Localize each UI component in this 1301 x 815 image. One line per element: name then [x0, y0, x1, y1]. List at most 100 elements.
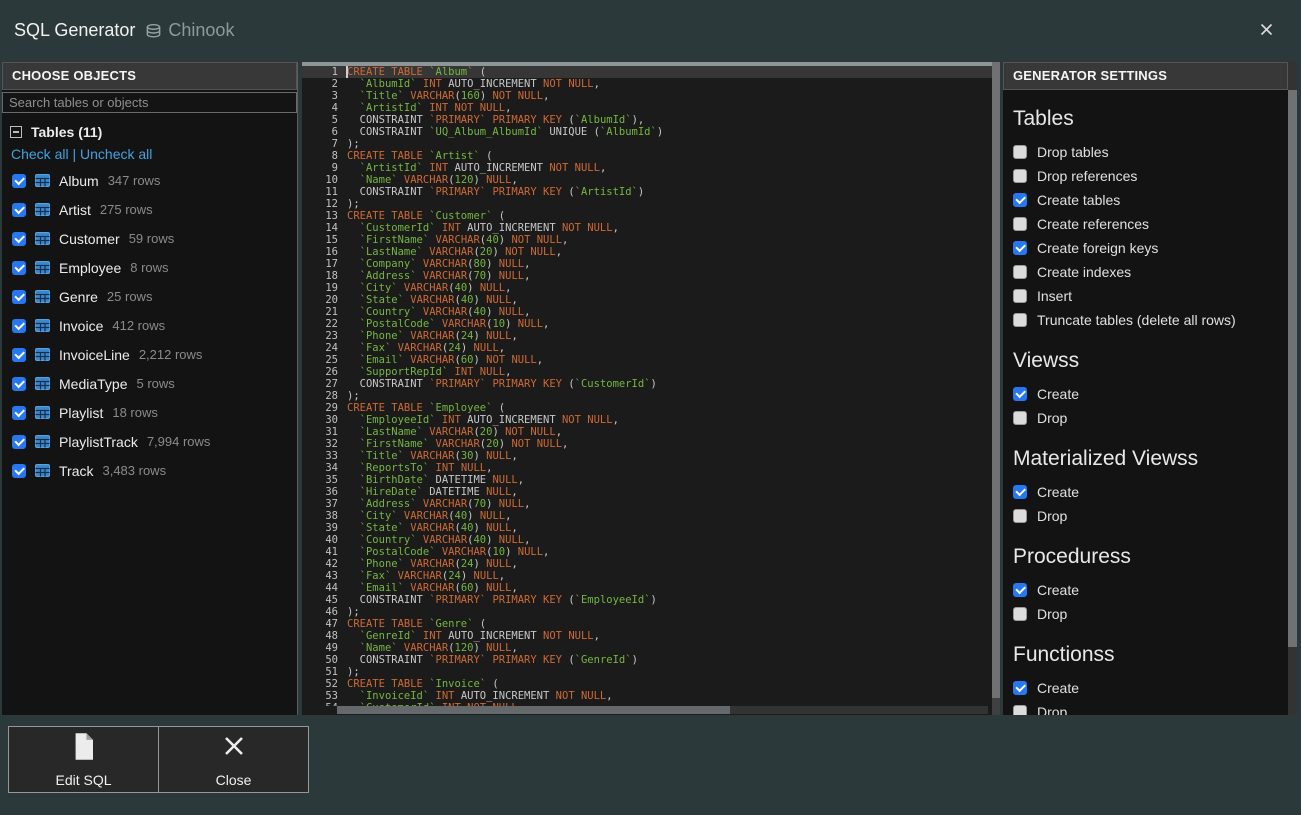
code-line[interactable]: 53 `InvoiceId` INT AUTO_INCREMENT NOT NU…	[302, 690, 992, 702]
code-line[interactable]: 49 `Name` VARCHAR(120) NULL,	[302, 642, 992, 654]
close-button[interactable]: Close	[158, 727, 308, 792]
edit-sql-button[interactable]: Edit SQL	[9, 727, 158, 792]
code-line[interactable]: 23 `Phone` VARCHAR(24) NULL,	[302, 330, 992, 342]
code-line[interactable]: 40 `Country` VARCHAR(40) NULL,	[302, 534, 992, 546]
settings-option[interactable]: Create foreign keys	[1003, 236, 1288, 260]
code-line[interactable]: 51);	[302, 666, 992, 678]
horizontal-scrollbar-thumb[interactable]	[337, 706, 730, 714]
option-checkbox[interactable]	[1013, 607, 1027, 621]
settings-option[interactable]: Truncate tables (delete all rows)	[1003, 308, 1288, 332]
table-row[interactable]: InvoiceLine2,212 rows	[2, 340, 297, 369]
option-checkbox[interactable]	[1013, 705, 1027, 715]
table-checkbox[interactable]	[12, 377, 26, 391]
option-checkbox[interactable]	[1013, 485, 1027, 499]
code-line[interactable]: 31 `LastName` VARCHAR(20) NOT NULL,	[302, 426, 992, 438]
table-checkbox[interactable]	[12, 174, 26, 188]
code-line[interactable]: 16 `LastName` VARCHAR(20) NOT NULL,	[302, 246, 992, 258]
code-line[interactable]: 36 `HireDate` DATETIME NULL,	[302, 486, 992, 498]
code-line[interactable]: 30 `EmployeeId` INT AUTO_INCREMENT NOT N…	[302, 414, 992, 426]
code-line[interactable]: 5 CONSTRAINT `PRIMARY` PRIMARY KEY (`Alb…	[302, 114, 992, 126]
option-checkbox[interactable]	[1013, 509, 1027, 523]
table-row[interactable]: Customer59 rows	[2, 224, 297, 253]
code-line[interactable]: 52CREATE TABLE `Invoice` (	[302, 678, 992, 690]
code-line[interactable]: 12);	[302, 198, 992, 210]
code-line[interactable]: 24 `Fax` VARCHAR(24) NULL,	[302, 342, 992, 354]
table-row[interactable]: Invoice412 rows	[2, 311, 297, 340]
sql-editor[interactable]: 1CREATE TABLE `Album` (2 `AlbumId` INT A…	[302, 62, 992, 715]
table-checkbox[interactable]	[12, 464, 26, 478]
check-all-link[interactable]: Check all	[11, 146, 69, 162]
settings-option[interactable]: Create	[1003, 676, 1288, 700]
table-row[interactable]: Playlist18 rows	[2, 398, 297, 427]
code-line[interactable]: 20 `State` VARCHAR(40) NULL,	[302, 294, 992, 306]
search-input[interactable]	[2, 92, 297, 113]
code-line[interactable]: 19 `City` VARCHAR(40) NULL,	[302, 282, 992, 294]
code-line[interactable]: 15 `FirstName` VARCHAR(40) NOT NULL,	[302, 234, 992, 246]
code-line[interactable]: 34 `ReportsTo` INT NULL,	[302, 462, 992, 474]
option-checkbox[interactable]	[1013, 265, 1027, 279]
code-line[interactable]: 25 `Email` VARCHAR(60) NOT NULL,	[302, 354, 992, 366]
settings-option[interactable]: Drop	[1003, 602, 1288, 626]
option-checkbox[interactable]	[1013, 217, 1027, 231]
code-line[interactable]: 45 CONSTRAINT `PRIMARY` PRIMARY KEY (`Em…	[302, 594, 992, 606]
settings-option[interactable]: Drop	[1003, 700, 1288, 715]
table-checkbox[interactable]	[12, 203, 26, 217]
code-line[interactable]: 8CREATE TABLE `Artist` (	[302, 150, 992, 162]
code-line[interactable]: 35 `BirthDate` DATETIME NULL,	[302, 474, 992, 486]
option-checkbox[interactable]	[1013, 387, 1027, 401]
option-checkbox[interactable]	[1013, 313, 1027, 327]
code-line[interactable]: 44 `Email` VARCHAR(60) NULL,	[302, 582, 992, 594]
table-row[interactable]: MediaType5 rows	[2, 369, 297, 398]
code-line[interactable]: 28);	[302, 390, 992, 402]
code-line[interactable]: 43 `Fax` VARCHAR(24) NULL,	[302, 570, 992, 582]
settings-option[interactable]: Create tables	[1003, 188, 1288, 212]
code-line[interactable]: 4 `ArtistId` INT NOT NULL,	[302, 102, 992, 114]
code-line[interactable]: 37 `Address` VARCHAR(70) NULL,	[302, 498, 992, 510]
table-checkbox[interactable]	[12, 232, 26, 246]
settings-option[interactable]: Insert	[1003, 284, 1288, 308]
vertical-scrollbar-thumb[interactable]	[992, 62, 1000, 698]
table-row[interactable]: Track3,483 rows	[2, 456, 297, 485]
option-checkbox[interactable]	[1013, 411, 1027, 425]
settings-option[interactable]: Drop references	[1003, 164, 1288, 188]
code-line[interactable]: 26 `SupportRepId` INT NULL,	[302, 366, 992, 378]
uncheck-all-link[interactable]: Uncheck all	[80, 146, 152, 162]
code-line[interactable]: 3 `Title` VARCHAR(160) NOT NULL,	[302, 90, 992, 102]
code-line[interactable]: 50 CONSTRAINT `PRIMARY` PRIMARY KEY (`Ge…	[302, 654, 992, 666]
settings-option[interactable]: Create	[1003, 578, 1288, 602]
option-checkbox[interactable]	[1013, 289, 1027, 303]
code-line[interactable]: 29CREATE TABLE `Employee` (	[302, 402, 992, 414]
settings-scrollbar-thumb[interactable]	[1288, 90, 1297, 647]
settings-scrollbar[interactable]	[1288, 62, 1297, 715]
code-line[interactable]: 48 `GenreId` INT AUTO_INCREMENT NOT NULL…	[302, 630, 992, 642]
code-line[interactable]: 14 `CustomerId` INT AUTO_INCREMENT NOT N…	[302, 222, 992, 234]
table-checkbox[interactable]	[12, 435, 26, 449]
code-line[interactable]: 39 `State` VARCHAR(40) NULL,	[302, 522, 992, 534]
code-line[interactable]: 7);	[302, 138, 992, 150]
table-checkbox[interactable]	[12, 319, 26, 333]
settings-option[interactable]: Create	[1003, 382, 1288, 406]
code-line[interactable]: 33 `Title` VARCHAR(30) NULL,	[302, 450, 992, 462]
table-row[interactable]: PlaylistTrack7,994 rows	[2, 427, 297, 456]
code-line[interactable]: 27 CONSTRAINT `PRIMARY` PRIMARY KEY (`Cu…	[302, 378, 992, 390]
code-line[interactable]: 17 `Company` VARCHAR(80) NULL,	[302, 258, 992, 270]
code-line[interactable]: 22 `PostalCode` VARCHAR(10) NULL,	[302, 318, 992, 330]
table-checkbox[interactable]	[12, 406, 26, 420]
code-line[interactable]: 6 CONSTRAINT `UQ_Album_AlbumId` UNIQUE (…	[302, 126, 992, 138]
table-row[interactable]: Employee8 rows	[2, 253, 297, 282]
code-line[interactable]: 47CREATE TABLE `Genre` (	[302, 618, 992, 630]
option-checkbox[interactable]	[1013, 169, 1027, 183]
option-checkbox[interactable]	[1013, 193, 1027, 207]
table-checkbox[interactable]	[12, 290, 26, 304]
window-close-icon[interactable]	[1259, 22, 1275, 38]
settings-option[interactable]: Drop tables	[1003, 140, 1288, 164]
editor-vertical-scrollbar[interactable]	[992, 62, 1000, 715]
sql-code-area[interactable]: 1CREATE TABLE `Album` (2 `AlbumId` INT A…	[302, 66, 992, 706]
code-line[interactable]: 41 `PostalCode` VARCHAR(10) NULL,	[302, 546, 992, 558]
code-line[interactable]: 46);	[302, 606, 992, 618]
table-row[interactable]: Artist275 rows	[2, 195, 297, 224]
settings-option[interactable]: Create indexes	[1003, 260, 1288, 284]
code-line[interactable]: 2 `AlbumId` INT AUTO_INCREMENT NOT NULL,	[302, 78, 992, 90]
code-line[interactable]: 21 `Country` VARCHAR(40) NULL,	[302, 306, 992, 318]
settings-option[interactable]: Create	[1003, 480, 1288, 504]
